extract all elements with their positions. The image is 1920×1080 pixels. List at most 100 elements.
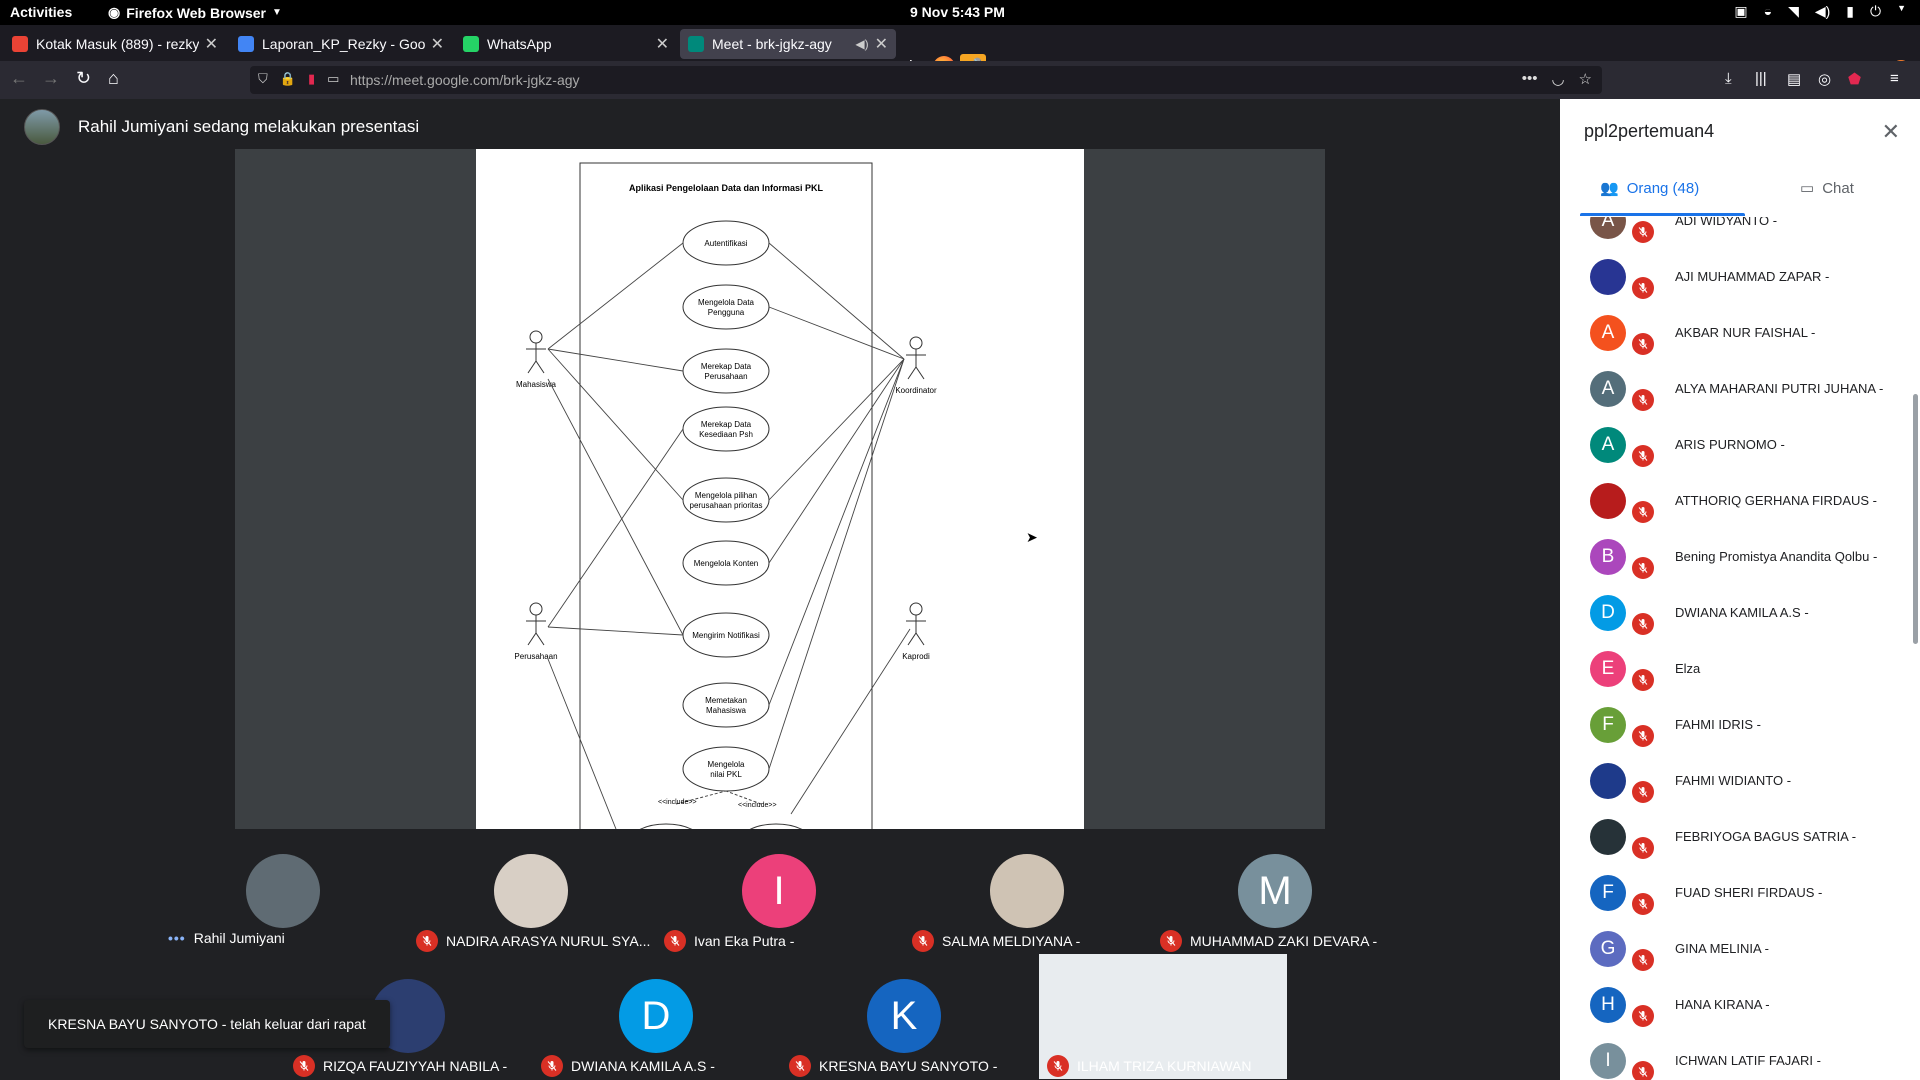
- menu-icon[interactable]: ≡: [1890, 70, 1899, 87]
- screen-icon[interactable]: ▣: [1734, 3, 1747, 20]
- avatar: D: [619, 979, 693, 1053]
- avatar: D: [1590, 595, 1626, 631]
- actor-label: Perusahaan: [514, 652, 557, 661]
- panel-title: ppl2pertemuan4: [1584, 121, 1715, 141]
- participant-list[interactable]: A ADI WIDYANTO - AJI MUHAMMAD ZAPAR - A AKBA…: [1560, 217, 1920, 1080]
- participant-name-row: KRESNA BAYU SANYOTO -: [789, 1055, 1025, 1077]
- participant-list-item[interactable]: FAHMI WIDIANTO -: [1560, 755, 1900, 811]
- system-tray[interactable]: ▣ ◒ ◥ ◀) ▮ ⏻ ▼: [1734, 3, 1906, 20]
- muted-mic-icon: [1632, 949, 1654, 971]
- downloads-icon[interactable]: ⤓: [1725, 70, 1732, 87]
- library-icon[interactable]: |||: [1755, 70, 1767, 87]
- permissions-icon[interactable]: ▭: [327, 71, 339, 87]
- participant-list-item[interactable]: AJI MUHAMMAD ZAPAR -: [1560, 251, 1900, 307]
- home-button[interactable]: ⌂: [108, 68, 119, 89]
- close-tab-icon[interactable]: ✕: [431, 34, 444, 54]
- tab-gmail[interactable]: Kotak Masuk (889) - rezky.w ✕: [4, 29, 226, 59]
- shield-icon[interactable]: ⛉: [258, 71, 268, 87]
- participant-list-item[interactable]: A AKBAR NUR FAISHAL -: [1560, 307, 1900, 363]
- shared-slide: Aplikasi Pengelolaan Data dan Informasi …: [476, 149, 1084, 829]
- actor-head: [529, 602, 543, 616]
- bookmark-star-icon[interactable]: ☆: [1579, 70, 1592, 88]
- tab-people[interactable]: 👥 Orang (48): [1600, 179, 1699, 198]
- participant-list-item[interactable]: A ADI WIDYANTO -: [1560, 217, 1900, 251]
- participant-tile[interactable]: ILHAM TRIZA KURNIAWAN: [1039, 954, 1287, 1079]
- participant-list-item[interactable]: D DWIANA KAMILA A.S -: [1560, 587, 1900, 643]
- chevron-down-icon[interactable]: ▼: [1897, 3, 1906, 20]
- avatar: F: [1590, 875, 1626, 911]
- participant-list-item[interactable]: F FAHMI IDRIS -: [1560, 699, 1900, 755]
- microphone-icon[interactable]: ▮: [1846, 3, 1854, 20]
- use-case-label: Memetakan: [705, 696, 747, 705]
- muted-mic-icon: [1632, 613, 1654, 635]
- power-icon[interactable]: ⏻: [1870, 3, 1881, 20]
- url-text[interactable]: https://meet.google.com/brk-jgkz-agy: [350, 72, 580, 88]
- participant-name: FEBRIYOGA BAGUS SATRIA -: [1675, 829, 1857, 844]
- avatar: K: [867, 979, 941, 1053]
- tab-meet[interactable]: Meet - brk-jgkz-agy ◀) ✕: [680, 29, 896, 59]
- use-case-label: Mengelola Data: [698, 298, 755, 307]
- participant-tile[interactable]: ••• Rahil Jumiyani: [160, 829, 406, 954]
- back-button[interactable]: ←: [10, 68, 28, 89]
- reload-button[interactable]: ↻: [76, 68, 91, 89]
- participant-list-item[interactable]: H HANA KIRANA -: [1560, 979, 1900, 1035]
- tab-chat-label: Chat: [1822, 179, 1854, 197]
- volume-icon[interactable]: ◀): [1815, 3, 1830, 20]
- account-icon[interactable]: ◎: [1818, 70, 1831, 88]
- wifi-icon[interactable]: ◥: [1788, 3, 1799, 20]
- activities-button[interactable]: Activities: [10, 4, 72, 20]
- forward-button[interactable]: →: [42, 68, 60, 89]
- close-tab-icon[interactable]: ✕: [205, 34, 218, 54]
- muted-mic-icon: [664, 930, 686, 952]
- participant-name-row: DWIANA KAMILA A.S -: [541, 1055, 777, 1077]
- participant-name: ILHAM TRIZA KURNIAWAN: [1077, 1058, 1252, 1074]
- active-tab-indicator: [1580, 213, 1745, 216]
- avatar: [246, 854, 320, 928]
- page-actions-icon[interactable]: •••: [1522, 70, 1538, 88]
- actor-leg: [527, 632, 537, 646]
- tab-audio-icon[interactable]: ◀): [855, 37, 868, 51]
- tab-chat[interactable]: ▭ Chat: [1800, 179, 1854, 198]
- actor-head: [909, 336, 923, 350]
- pocket-icon[interactable]: ◡: [1551, 70, 1564, 88]
- association-line: [547, 348, 684, 372]
- clock[interactable]: 9 Nov 5:43 PM: [910, 4, 1005, 20]
- close-tab-icon[interactable]: ✕: [656, 34, 669, 54]
- app-menu[interactable]: ◉ Firefox Web Browser ▼: [108, 4, 282, 21]
- url-bar[interactable]: ⛉ 🔒 ▮ ▭ https://meet.google.com/brk-jgkz…: [250, 66, 1602, 94]
- participant-tile[interactable]: NADIRA ARASYA NURUL SYA...: [408, 829, 654, 954]
- participant-list-item[interactable]: I ICHWAN LATIF FAJARI -: [1560, 1035, 1900, 1080]
- tab-docs[interactable]: Laporan_KP_Rezky - Google ✕: [230, 29, 452, 59]
- participant-name: HANA KIRANA -: [1675, 997, 1770, 1012]
- participant-list-item[interactable]: B Bening Promistya Anandita Qolbu -: [1560, 531, 1900, 587]
- microphone-permission-icon[interactable]: ▮: [308, 71, 315, 87]
- participant-tile[interactable]: D DWIANA KAMILA A.S -: [533, 954, 779, 1079]
- participant-list-item[interactable]: ATTHORIQ GERHANA FIRDAUS -: [1560, 475, 1900, 531]
- participant-list-item[interactable]: E Elza: [1560, 643, 1900, 699]
- participant-list-item[interactable]: A ARIS PURNOMO -: [1560, 419, 1900, 475]
- participant-tile[interactable]: I Ivan Eka Putra -: [656, 829, 902, 954]
- participant-list-item[interactable]: F FUAD SHERI FIRDAUS -: [1560, 867, 1900, 923]
- scrollbar[interactable]: [1913, 394, 1918, 644]
- close-icon[interactable]: ✕: [1882, 119, 1900, 145]
- participant-list-item[interactable]: A ALYA MAHARANI PUTRI JUHANA -: [1560, 363, 1900, 419]
- participant-tile[interactable]: K KRESNA BAYU SANYOTO -: [781, 954, 1027, 1079]
- notification-toast: KRESNA BAYU SANYOTO - telah keluar dari …: [24, 1000, 390, 1048]
- ublock-icon[interactable]: ⬟: [1848, 70, 1861, 88]
- close-tab-icon[interactable]: ✕: [875, 34, 888, 54]
- participant-name: SALMA MELDIYANA -: [942, 933, 1081, 949]
- participant-tile[interactable]: SALMA MELDIYANA -: [904, 829, 1150, 954]
- tab-strip: Kotak Masuk (889) - rezky.w ✕ Laporan_KP…: [0, 25, 1920, 80]
- discord-icon[interactable]: ◒: [1764, 3, 1772, 20]
- whatsapp-icon: [463, 36, 479, 52]
- actor-head: [529, 330, 543, 344]
- sidebar-icon[interactable]: ▤: [1787, 70, 1801, 88]
- participant-list-item[interactable]: FEBRIYOGA BAGUS SATRIA -: [1560, 811, 1900, 867]
- tab-whatsapp[interactable]: WhatsApp ✕: [455, 29, 677, 59]
- participant-name-row: MUHAMMAD ZAKI DEVARA -: [1160, 930, 1396, 952]
- participant-name: ALYA MAHARANI PUTRI JUHANA -: [1675, 381, 1884, 396]
- participant-list-item[interactable]: G GINA MELINIA -: [1560, 923, 1900, 979]
- muted-mic-icon: [1632, 557, 1654, 579]
- participant-tile[interactable]: M MUHAMMAD ZAKI DEVARA -: [1152, 829, 1398, 954]
- lock-icon[interactable]: 🔒: [280, 71, 296, 87]
